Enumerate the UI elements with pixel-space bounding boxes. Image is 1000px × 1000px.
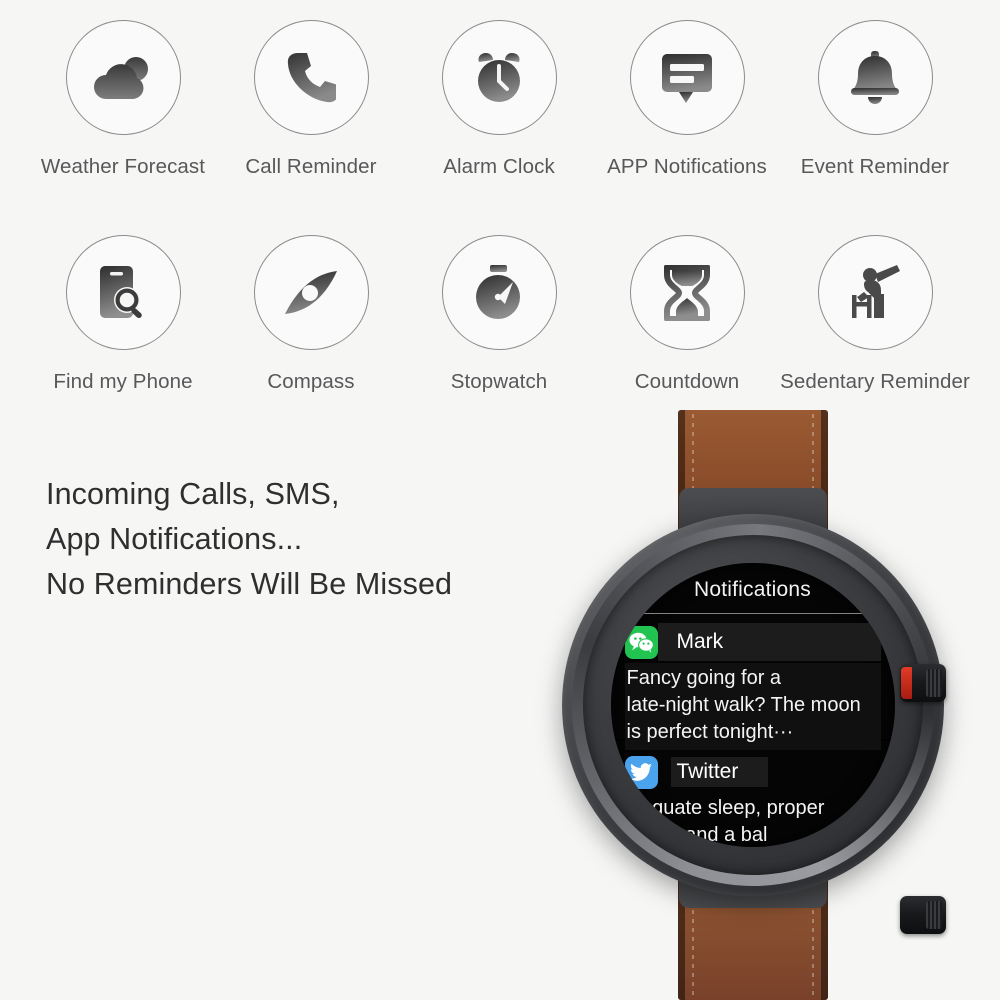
- watch-crown-bottom[interactable]: [899, 896, 946, 934]
- title-divider: [638, 613, 867, 614]
- notification-line: Fancy going for a: [626, 667, 782, 689]
- notification-header: Mark: [624, 623, 881, 661]
- headline-line-1: Incoming Calls, SMS,: [46, 477, 340, 511]
- crown-ridges: [925, 669, 942, 697]
- feature-label: Event Reminder: [800, 155, 950, 178]
- feature-event-reminder[interactable]: Event Reminder: [780, 20, 970, 179]
- feature-icon-ring: [441, 20, 557, 135]
- notification-line: is perfect tonight···: [626, 721, 794, 743]
- notifications-app: Notifications Mark Fancy going for a lat…: [610, 563, 895, 847]
- crown-ridges: [925, 901, 942, 929]
- promo-page: Weather Forecast Call Reminder Alarm Clo…: [0, 0, 1000, 1000]
- stretching-person-icon: [847, 264, 903, 322]
- chat-bubble-icon: [659, 51, 715, 105]
- feature-label: Compass: [267, 370, 355, 393]
- feature-compass[interactable]: Compass: [216, 235, 406, 394]
- feature-icon-ring: [441, 235, 557, 350]
- feature-icon-ring: [65, 20, 181, 135]
- notification-body: Adequate sleep, proper cise, and a bal: [615, 793, 881, 847]
- feature-label: Find my Phone: [53, 370, 193, 393]
- stopwatch-icon: [472, 264, 526, 322]
- feature-icon-ring: [65, 235, 181, 350]
- notification-line: cise, and a bal: [638, 824, 768, 846]
- feature-app-notifications[interactable]: APP Notifications: [592, 20, 782, 179]
- feature-call-reminder[interactable]: Call Reminder: [216, 20, 406, 179]
- feature-find-my-phone[interactable]: Find my Phone: [28, 235, 218, 394]
- watch-screen[interactable]: Notifications Mark Fancy going for a lat…: [610, 563, 895, 847]
- twitter-icon: [624, 755, 658, 789]
- headline-line-2: App Notifications...: [46, 522, 303, 556]
- headline: Incoming Calls, SMS, App Notifications..…: [46, 472, 452, 607]
- alarm-clock-icon: [471, 50, 527, 106]
- feature-label: Alarm Clock: [443, 155, 555, 178]
- crown-accent-ring: [900, 667, 912, 699]
- feature-icon-ring: [253, 235, 369, 350]
- feature-label: Countdown: [634, 370, 740, 393]
- feature-countdown[interactable]: Countdown: [592, 235, 782, 394]
- feature-label: APP Notifications: [607, 155, 767, 178]
- phone-icon: [286, 51, 336, 105]
- notification-header: Twitter: [624, 753, 881, 791]
- feature-alarm-clock[interactable]: Alarm Clock: [404, 20, 594, 179]
- hourglass-icon: [661, 264, 713, 321]
- screen-title: Notifications: [694, 578, 811, 601]
- notification-item[interactable]: Mark Fancy going for a late-night walk? …: [624, 623, 881, 750]
- bell-icon: [849, 50, 901, 106]
- headline-line-3: No Reminders Will Be Missed: [46, 567, 453, 601]
- wechat-icon: [624, 625, 658, 659]
- notification-item[interactable]: Twitter Adequate sleep, proper cise, and…: [617, 753, 881, 847]
- feature-label: Stopwatch: [450, 370, 548, 393]
- cloud-sun-icon: [92, 53, 154, 103]
- notification-sender: Twitter: [670, 757, 769, 787]
- feature-icon-ring: [253, 20, 369, 135]
- watch-case: Notifications Mark Fancy going for a lat…: [561, 514, 946, 934]
- crown-knob[interactable]: [899, 896, 946, 934]
- phone-search-icon: [97, 264, 149, 322]
- feature-stopwatch[interactable]: Stopwatch: [404, 235, 594, 394]
- feature-icon-ring: [629, 20, 745, 135]
- compass-icon: [281, 268, 341, 318]
- notification-line: late-night walk? The moon: [626, 694, 861, 716]
- feature-icon-ring: [817, 235, 933, 350]
- feature-row-1: Weather Forecast Call Reminder Alarm Clo…: [0, 20, 1000, 225]
- watch-crown-top[interactable]: [899, 664, 946, 702]
- smartwatch-product-image: Notifications Mark Fancy going for a lat…: [505, 410, 1000, 1000]
- feature-weather-forecast[interactable]: Weather Forecast: [28, 20, 218, 179]
- feature-icon-ring: [629, 235, 745, 350]
- notification-body: Fancy going for a late-night walk? The m…: [624, 663, 881, 750]
- feature-label: Call Reminder: [245, 155, 377, 178]
- feature-icon-ring: [817, 20, 933, 135]
- feature-label: Weather Forecast: [40, 155, 206, 178]
- notification-line: Adequate sleep, proper: [616, 797, 825, 819]
- feature-label: Sedentary Reminder: [780, 370, 970, 393]
- crown-knob[interactable]: [899, 664, 946, 702]
- feature-sedentary-reminder[interactable]: Sedentary Reminder: [780, 235, 970, 394]
- notification-sender: Mark: [670, 627, 754, 657]
